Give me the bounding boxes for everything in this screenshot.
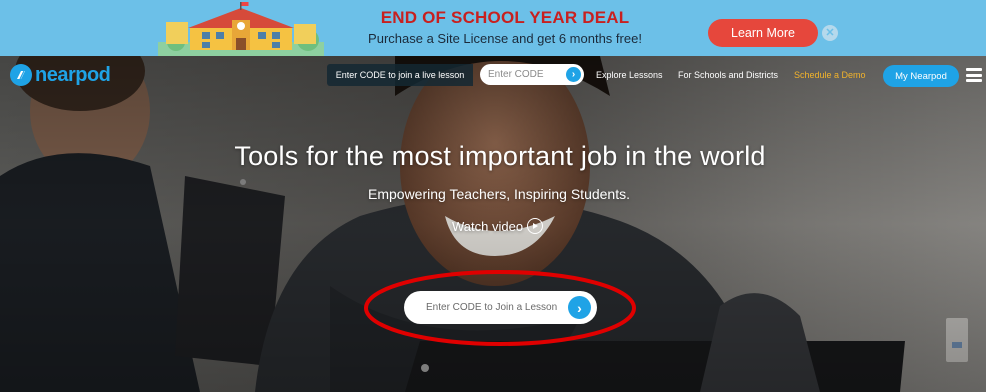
promo-banner: END OF SCHOOL YEAR DEAL Purchase a Site … [0, 0, 986, 56]
nearpod-logo-text: nearpod [35, 63, 111, 86]
my-nearpod-button[interactable]: My Nearpod [883, 65, 959, 87]
hero-subheadline: Empowering Teachers, Inspiring Students. [368, 186, 630, 202]
nav-code-field: › [480, 64, 584, 85]
chevron-right-icon: › [568, 296, 591, 319]
learn-more-button[interactable]: Learn More [708, 19, 818, 47]
watch-video-link[interactable]: Watch video [452, 216, 544, 236]
hamburger-menu-icon[interactable] [966, 68, 982, 82]
hero-headline: Tools for the most important job in the … [234, 141, 766, 171]
school-building-icon [158, 2, 324, 56]
join-lesson-label: Enter CODE to Join a Lesson [426, 302, 558, 313]
chevron-right-icon[interactable]: › [566, 67, 581, 82]
live-lesson-prompt: Enter CODE to join a live lesson [327, 64, 473, 86]
play-icon [527, 218, 544, 234]
deal-subtitle: Purchase a Site License and get 6 months… [368, 31, 642, 46]
join-lesson-button[interactable]: Enter CODE to Join a Lesson › [404, 291, 597, 324]
watch-video-label: Watch video [452, 218, 524, 234]
nav-link-explore-lessons[interactable]: Explore Lessons [596, 70, 663, 80]
close-icon[interactable]: ✕ [822, 25, 838, 41]
nav-code-input[interactable] [488, 64, 562, 85]
deal-title: END OF SCHOOL YEAR DEAL [380, 8, 630, 27]
nearpod-logo-icon [10, 64, 32, 86]
nearpod-logo[interactable]: nearpod [10, 63, 111, 87]
nav-link-schools-districts[interactable]: For Schools and Districts [678, 70, 778, 80]
top-nav: nearpod Enter CODE to join a live lesson… [0, 56, 986, 96]
nav-link-schedule-demo[interactable]: Schedule a Demo [794, 70, 866, 80]
